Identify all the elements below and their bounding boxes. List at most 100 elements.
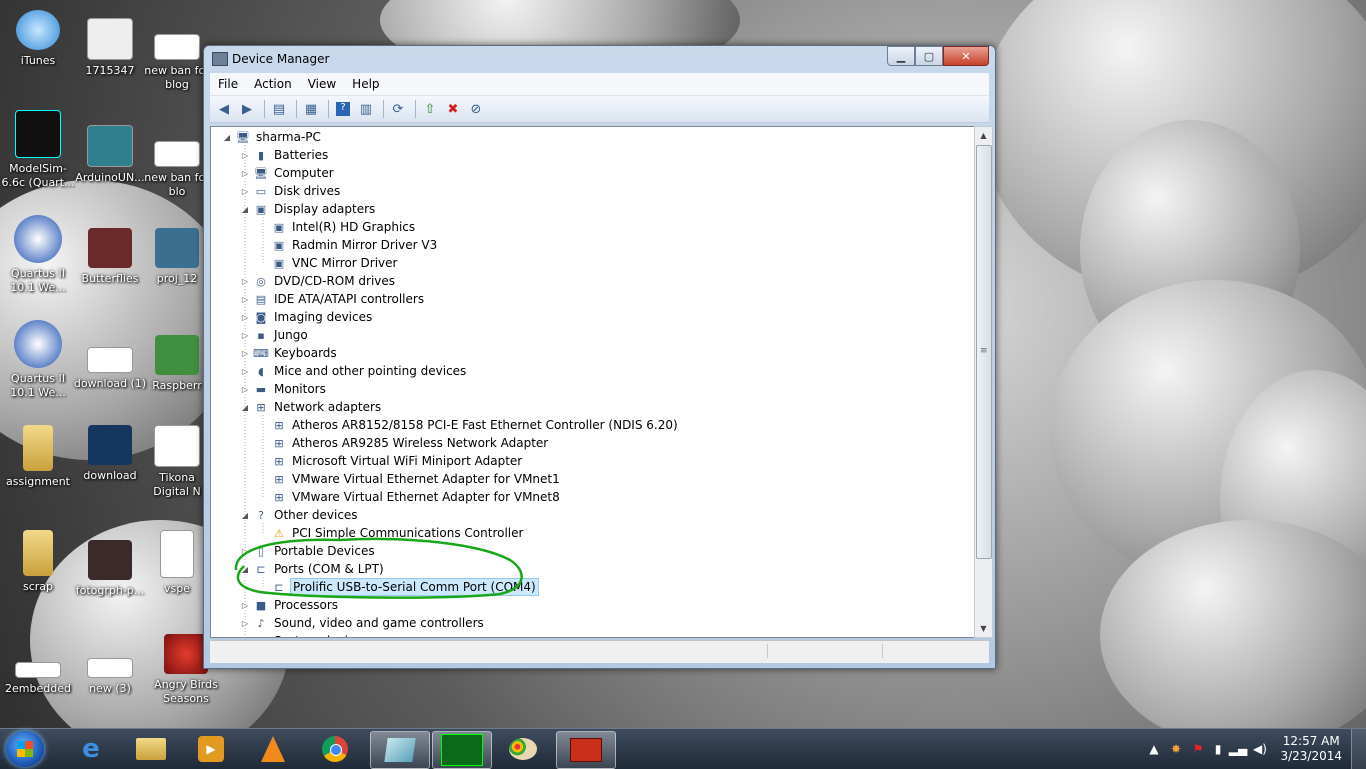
menu-file[interactable]: File bbox=[210, 77, 246, 91]
expanded-arrow-icon[interactable]: ◢ bbox=[239, 205, 251, 214]
uninstall-button[interactable]: ✖ bbox=[443, 99, 463, 119]
tree-root[interactable]: ◢ 🖥 sharma-PC bbox=[221, 128, 323, 146]
tree-device[interactable]: ⊞ VMware Virtual Ethernet Adapter for VMn… bbox=[257, 470, 562, 488]
taskbar-app-window[interactable] bbox=[370, 731, 430, 769]
tree-device[interactable]: ⊞ Atheros AR8152/8158 PCI-E Fast Ethernet… bbox=[257, 416, 680, 434]
collapsed-arrow-icon[interactable]: ▷ bbox=[239, 277, 251, 286]
tree-device[interactable]: ▣ Intel(R) HD Graphics bbox=[257, 218, 417, 236]
collapsed-arrow-icon[interactable]: ▷ bbox=[239, 637, 251, 638]
title-bar[interactable]: Device Manager ▁ ▢ ✕ bbox=[204, 46, 995, 72]
maximize-button[interactable]: ▢ bbox=[915, 46, 943, 66]
tree-category[interactable]: ▷ ▤ IDE ATA/ATAPI controllers bbox=[239, 290, 426, 308]
scan-hardware-changes-button[interactable]: ⟳ bbox=[388, 99, 408, 119]
desktop-icon-quartus-1[interactable]: Quartus II 10.1 We... bbox=[0, 215, 76, 295]
collapsed-arrow-icon[interactable]: ▷ bbox=[239, 169, 251, 178]
collapsed-arrow-icon[interactable]: ▷ bbox=[239, 349, 251, 358]
desktop-icon-new-3[interactable]: new (3) bbox=[72, 640, 148, 696]
scrollbar-thumb[interactable]: ≡ bbox=[976, 145, 992, 559]
collapsed-arrow-icon[interactable]: ▷ bbox=[239, 187, 251, 196]
taskbar-paint[interactable] bbox=[494, 731, 552, 767]
collapsed-arrow-icon[interactable]: ▷ bbox=[239, 601, 251, 610]
desktop-icon-new-ban-for-blog[interactable]: new ban for blog bbox=[142, 18, 212, 92]
tree-category[interactable]: ▷ ▮ Batteries bbox=[239, 146, 330, 164]
expanded-arrow-icon[interactable]: ◢ bbox=[239, 403, 251, 412]
tree-category[interactable]: ▷ ▪ Jungo bbox=[239, 326, 310, 344]
tree-category[interactable]: ▷ ◙ Imaging devices bbox=[239, 308, 374, 326]
tree-category[interactable]: ▷ ▬ Monitors bbox=[239, 380, 328, 398]
action-center-flag-icon[interactable]: ⚑ bbox=[1190, 741, 1206, 757]
desktop-icon-1715347[interactable]: 1715347 bbox=[72, 18, 148, 78]
collapsed-arrow-icon[interactable]: ▷ bbox=[239, 295, 251, 304]
tree-category[interactable]: ▷ ▭ Disk drives bbox=[239, 182, 342, 200]
back-button[interactable]: ◀ bbox=[214, 99, 234, 119]
taskbar-serial-tool[interactable] bbox=[432, 731, 492, 769]
desktop-icon-download[interactable]: download bbox=[72, 425, 148, 483]
disable-device-button[interactable]: ⊘ bbox=[466, 99, 486, 119]
menu-help[interactable]: Help bbox=[344, 77, 387, 91]
menu-action[interactable]: Action bbox=[246, 77, 300, 91]
collapsed-arrow-icon[interactable]: ▷ bbox=[239, 151, 251, 160]
tree-category[interactable]: ▷ ♪ Sound, video and game controllers bbox=[239, 614, 486, 632]
taskbar-device-manager[interactable] bbox=[556, 731, 616, 769]
volume-icon[interactable]: ◀) bbox=[1252, 741, 1268, 757]
tree-category[interactable]: ◢ ⊞ Network adapters bbox=[239, 398, 383, 416]
tree-category[interactable]: ◢? Other devices bbox=[239, 506, 360, 524]
tree-device[interactable]: ▣ VNC Mirror Driver bbox=[257, 254, 399, 272]
tree-device[interactable]: ▣ Radmin Mirror Driver V3 bbox=[257, 236, 439, 254]
tray-app-icon[interactable]: ✸ bbox=[1168, 741, 1184, 757]
desktop-icon-fotogrph[interactable]: fotogrph-p... bbox=[72, 540, 148, 598]
vertical-scrollbar[interactable]: ▲ ≡ ▼ bbox=[974, 126, 993, 638]
tree-category[interactable]: ◢ ▣ Display adapters bbox=[239, 200, 377, 218]
tree-category[interactable]: ▷ ⌨ Keyboards bbox=[239, 344, 339, 362]
power-icon[interactable]: ▮ bbox=[1210, 741, 1226, 757]
tree-category[interactable]: ▷▥System devices bbox=[239, 632, 370, 638]
desktop-icon-2embedded[interactable]: 2embedded bbox=[0, 640, 76, 696]
minimize-button[interactable]: ▁ bbox=[887, 46, 915, 66]
tree-category[interactable]: ▷ ◎ DVD/CD-ROM drives bbox=[239, 272, 397, 290]
tree-device[interactable]: ⊞ Atheros AR9285 Wireless Network Adapter bbox=[257, 434, 550, 452]
close-button[interactable]: ✕ bbox=[943, 46, 989, 66]
desktop-icon-arduinouno[interactable]: ArduinoUN... bbox=[72, 125, 148, 185]
collapsed-arrow-icon[interactable]: ▷ bbox=[239, 313, 251, 322]
show-hide-console-tree-button[interactable]: ▤ bbox=[269, 99, 289, 119]
collapsed-arrow-icon[interactable]: ▷ bbox=[239, 619, 251, 628]
desktop-icon-vspe[interactable]: vspe bbox=[142, 530, 212, 596]
desktop-icon-proj-12[interactable]: proj_12 bbox=[142, 228, 212, 286]
desktop-icon-scrap[interactable]: scrap bbox=[0, 530, 76, 594]
tree-category[interactable]: ▷ ◖ Mice and other pointing devices bbox=[239, 362, 468, 380]
update-driver-button[interactable]: ⇧ bbox=[420, 99, 440, 119]
tree-category[interactable]: ▷ 🖥 Computer bbox=[239, 164, 336, 182]
show-desktop-button[interactable] bbox=[1351, 729, 1366, 769]
taskbar-chrome[interactable] bbox=[306, 731, 364, 767]
desktop-icon-raspberry[interactable]: Raspberr bbox=[142, 335, 212, 393]
help-button[interactable]: ? bbox=[333, 99, 353, 119]
collapsed-arrow-icon[interactable]: ▷ bbox=[239, 367, 251, 376]
tree-device[interactable]: ⊞ Microsoft Virtual WiFi Miniport Adapter bbox=[257, 452, 524, 470]
collapsed-arrow-icon[interactable]: ▷ bbox=[239, 331, 251, 340]
properties-button[interactable]: ▦ bbox=[301, 99, 321, 119]
show-hidden-icons-icon[interactable]: ▲ bbox=[1146, 741, 1162, 757]
expanded-arrow-icon[interactable]: ◢ bbox=[239, 511, 251, 520]
desktop-icon-itunes[interactable]: iTunes bbox=[0, 10, 76, 68]
desktop-icon-butterflies[interactable]: Butterflies bbox=[72, 228, 148, 286]
desktop-icon-quartus-2[interactable]: Quartus II 10.1 We... bbox=[0, 320, 76, 400]
network-icon[interactable]: ▂▄ bbox=[1229, 741, 1247, 757]
desktop-icon-new-ban-for-blo[interactable]: new ban for blo bbox=[142, 125, 212, 199]
taskbar-media-player[interactable]: ▶ bbox=[182, 731, 240, 767]
start-button[interactable] bbox=[6, 731, 44, 767]
desktop-icon-download-1[interactable]: download (1) bbox=[72, 335, 148, 391]
desktop-icon-tikona[interactable]: Tikona Digital N bbox=[142, 425, 212, 499]
desktop-icon-assignment[interactable]: assignment bbox=[0, 425, 76, 489]
forward-button[interactable]: ▶ bbox=[237, 99, 257, 119]
expanded-arrow-icon[interactable]: ◢ bbox=[221, 133, 233, 142]
show-action-pane-button[interactable]: ▥ bbox=[356, 99, 376, 119]
taskbar-internet-explorer[interactable]: e bbox=[62, 731, 120, 767]
tree-device[interactable]: ⊞ VMware Virtual Ethernet Adapter for VMn… bbox=[257, 488, 562, 506]
scroll-up-button[interactable]: ▲ bbox=[975, 127, 992, 144]
taskbar-vlc[interactable] bbox=[244, 731, 302, 767]
clock[interactable]: 12:57 AM 3/23/2014 bbox=[1280, 734, 1342, 764]
menu-view[interactable]: View bbox=[300, 77, 344, 91]
taskbar-windows-explorer[interactable] bbox=[122, 731, 180, 767]
scroll-down-button[interactable]: ▼ bbox=[975, 620, 992, 637]
desktop-icon-modelsim[interactable]: ModelSim-6.6c (Quart... bbox=[0, 110, 76, 190]
